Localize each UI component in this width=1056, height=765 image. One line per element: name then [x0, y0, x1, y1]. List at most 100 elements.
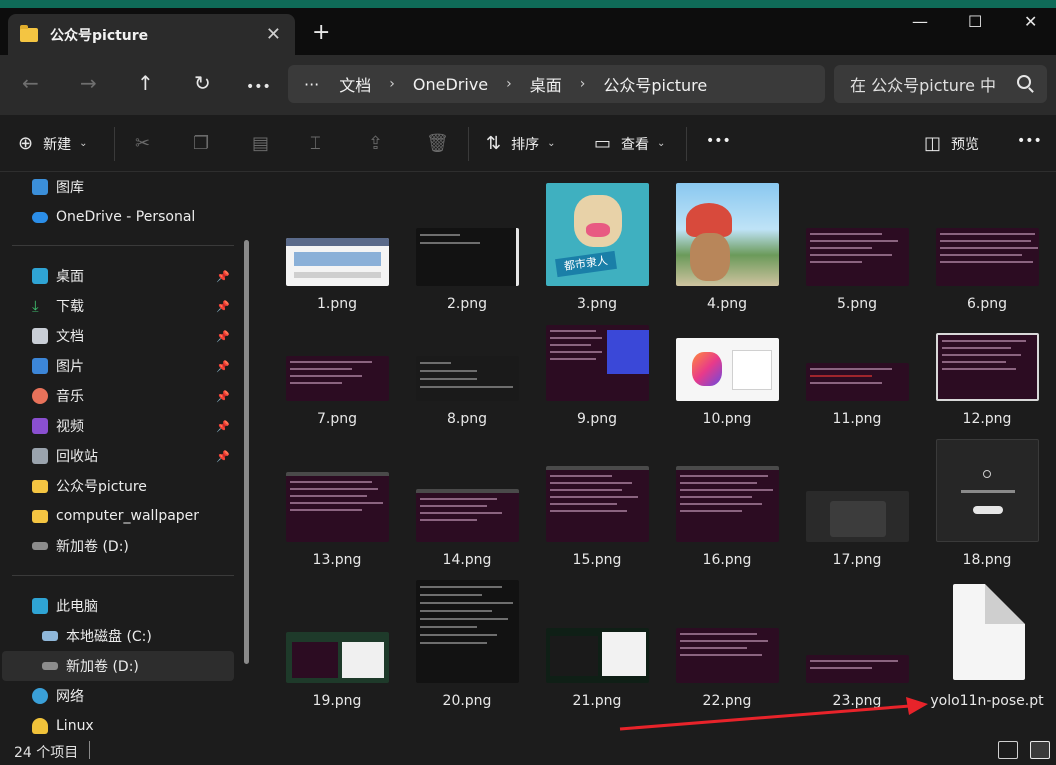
file-name: 15.png — [572, 552, 622, 568]
sidebar-item-this-pc[interactable]: 此电脑 — [0, 591, 236, 621]
thumbnail — [936, 439, 1039, 542]
sidebar-item-folder-picture[interactable]: 公众号picture — [0, 471, 236, 501]
rename-icon: ⌶ — [310, 133, 321, 154]
breadcrumb-item-desktop[interactable]: 桌面 — [530, 72, 562, 96]
music-icon — [32, 388, 48, 404]
drive-icon — [42, 631, 58, 641]
pin-icon[interactable]: 📌 — [216, 360, 230, 373]
breadcrumb-overflow[interactable]: ··· — [304, 75, 319, 94]
thumbnail — [416, 228, 519, 286]
sidebar-item-drive-d[interactable]: 新加卷 (D:) — [2, 651, 234, 681]
sort-button[interactable]: ⇅ 排序 ⌄ — [486, 133, 555, 154]
new-button[interactable]: ⊕ 新建 ⌄ — [18, 133, 87, 154]
view-button[interactable]: ▭ 查看 ⌄ — [594, 133, 665, 154]
sort-label: 排序 — [511, 136, 540, 153]
file-name: 18.png — [962, 552, 1012, 568]
thumbnail — [676, 628, 779, 683]
sidebar-item-label: 新加卷 (D:) — [66, 659, 139, 675]
breadcrumb-item-onedrive[interactable]: OneDrive — [413, 75, 488, 94]
see-more-button[interactable]: ••• — [1017, 133, 1042, 149]
sidebar-item-documents[interactable]: 文档 📌 — [0, 321, 236, 351]
document-icon — [32, 328, 48, 344]
status-divider — [89, 741, 90, 759]
clipboard-icon: ▤ — [252, 133, 270, 154]
search-input[interactable]: 在 公众号picture 中 — [834, 65, 1047, 103]
sidebar-item-music[interactable]: 音乐 📌 — [0, 381, 236, 411]
scissors-icon: ✂ — [135, 133, 151, 154]
search-icon[interactable] — [1017, 75, 1031, 89]
forward-button[interactable]: → — [80, 71, 97, 95]
pin-icon[interactable]: 📌 — [216, 270, 230, 283]
tab-current[interactable]: 公众号picture ✕ — [8, 14, 295, 56]
toolbar-divider — [468, 127, 469, 161]
thumbnail — [416, 580, 519, 683]
sidebar-item-linux[interactable]: Linux — [0, 711, 236, 736]
pin-icon[interactable]: 📌 — [216, 390, 230, 403]
sidebar-item-drive-c[interactable]: 本地磁盘 (C:) — [0, 621, 236, 651]
sidebar-item-desktop[interactable]: 桌面 📌 — [0, 261, 236, 291]
sidebar-item-videos[interactable]: 视频 📌 — [0, 411, 236, 441]
breadcrumb-item-current[interactable]: 公众号picture — [603, 72, 707, 96]
monitor-icon: ▭ — [594, 133, 612, 154]
drive-icon — [42, 662, 58, 670]
close-window-button[interactable]: ✕ — [1024, 12, 1037, 31]
close-tab-icon[interactable]: ✕ — [266, 24, 281, 45]
paste-button[interactable]: ▤ — [252, 133, 279, 154]
breadcrumb-item-documents[interactable]: 文档 — [339, 72, 371, 96]
generic-file-icon — [953, 584, 1025, 680]
share-button[interactable]: ⇪ — [368, 133, 393, 154]
command-bar: ⊕ 新建 ⌄ ✂ ❐ ▤ ⌶ ⇪ 🗑 ⇅ 排序 ⌄ ▭ 查看 ⌄ ••• ◫ 预… — [0, 115, 1056, 172]
chevron-down-icon: ⌄ — [79, 138, 88, 149]
more-options-button[interactable]: ••• — [706, 133, 731, 149]
pin-icon[interactable]: 📌 — [216, 420, 230, 433]
sidebar-item-network[interactable]: 网络 — [0, 681, 236, 711]
sidebar-item-folder-wallpaper[interactable]: computer_wallpaper — [0, 501, 236, 531]
sidebar-item-label: 图库 — [56, 180, 84, 196]
sidebar-scrollbar[interactable] — [244, 240, 249, 664]
new-label: 新建 — [43, 136, 72, 153]
sidebar-divider — [12, 245, 234, 246]
copy-button[interactable]: ❐ — [193, 133, 219, 154]
pin-icon[interactable]: 📌 — [216, 300, 230, 313]
sidebar-item-label: OneDrive - Personal — [56, 209, 196, 225]
chevron-right-icon[interactable]: › — [506, 76, 512, 92]
chevron-right-icon[interactable]: › — [580, 76, 586, 92]
file-name: 4.png — [706, 296, 747, 312]
file-name: 6.png — [966, 296, 1007, 312]
sidebar-item-gallery[interactable]: 图库 — [0, 172, 236, 202]
details-view-button[interactable] — [998, 741, 1018, 759]
back-button[interactable]: ← — [22, 71, 39, 95]
file-name: 10.png — [702, 411, 752, 427]
thumbnail — [676, 183, 779, 286]
sidebar-item-onedrive[interactable]: OneDrive - Personal — [0, 202, 236, 232]
sidebar-item-label: Linux — [56, 718, 94, 734]
more-nav-button[interactable]: ••• — [246, 75, 271, 99]
maximize-button[interactable]: ☐ — [968, 12, 982, 31]
up-button[interactable]: ↑ — [137, 71, 154, 95]
sidebar-item-label: 图片 — [56, 359, 84, 375]
minimize-button[interactable]: — — [912, 12, 928, 31]
thumbnail — [806, 363, 909, 401]
pin-icon[interactable]: 📌 — [216, 330, 230, 343]
sidebar-item-downloads[interactable]: ⤓ 下载 📌 — [0, 291, 236, 321]
cut-button[interactable]: ✂ — [135, 133, 160, 154]
thumbnail — [286, 356, 389, 401]
delete-button[interactable]: 🗑 — [426, 133, 459, 154]
file-name: 23.png — [832, 693, 882, 709]
breadcrumb[interactable]: ··· 文档 › OneDrive › 桌面 › 公众号picture — [288, 65, 825, 103]
sidebar-item-recycle-bin[interactable]: 回收站 📌 — [0, 441, 236, 471]
thumbnail — [546, 325, 649, 401]
chevron-down-icon: ⌄ — [547, 138, 556, 149]
toolbar-divider — [686, 127, 687, 161]
sidebar-item-drive-d-quick[interactable]: 新加卷 (D:) — [0, 531, 236, 561]
large-icons-view-button[interactable] — [1030, 741, 1050, 759]
refresh-button[interactable]: ↻ — [194, 71, 211, 95]
new-tab-button[interactable]: + — [312, 22, 330, 44]
pin-icon[interactable]: 📌 — [216, 450, 230, 463]
sidebar-item-pictures[interactable]: 图片 📌 — [0, 351, 236, 381]
thumbnail: 都市隶人 — [546, 183, 649, 286]
preview-pane-button[interactable]: ◫ 预览 — [924, 133, 979, 154]
rename-button[interactable]: ⌶ — [310, 133, 331, 154]
recycle-bin-icon — [32, 448, 48, 464]
chevron-right-icon[interactable]: › — [389, 76, 395, 92]
